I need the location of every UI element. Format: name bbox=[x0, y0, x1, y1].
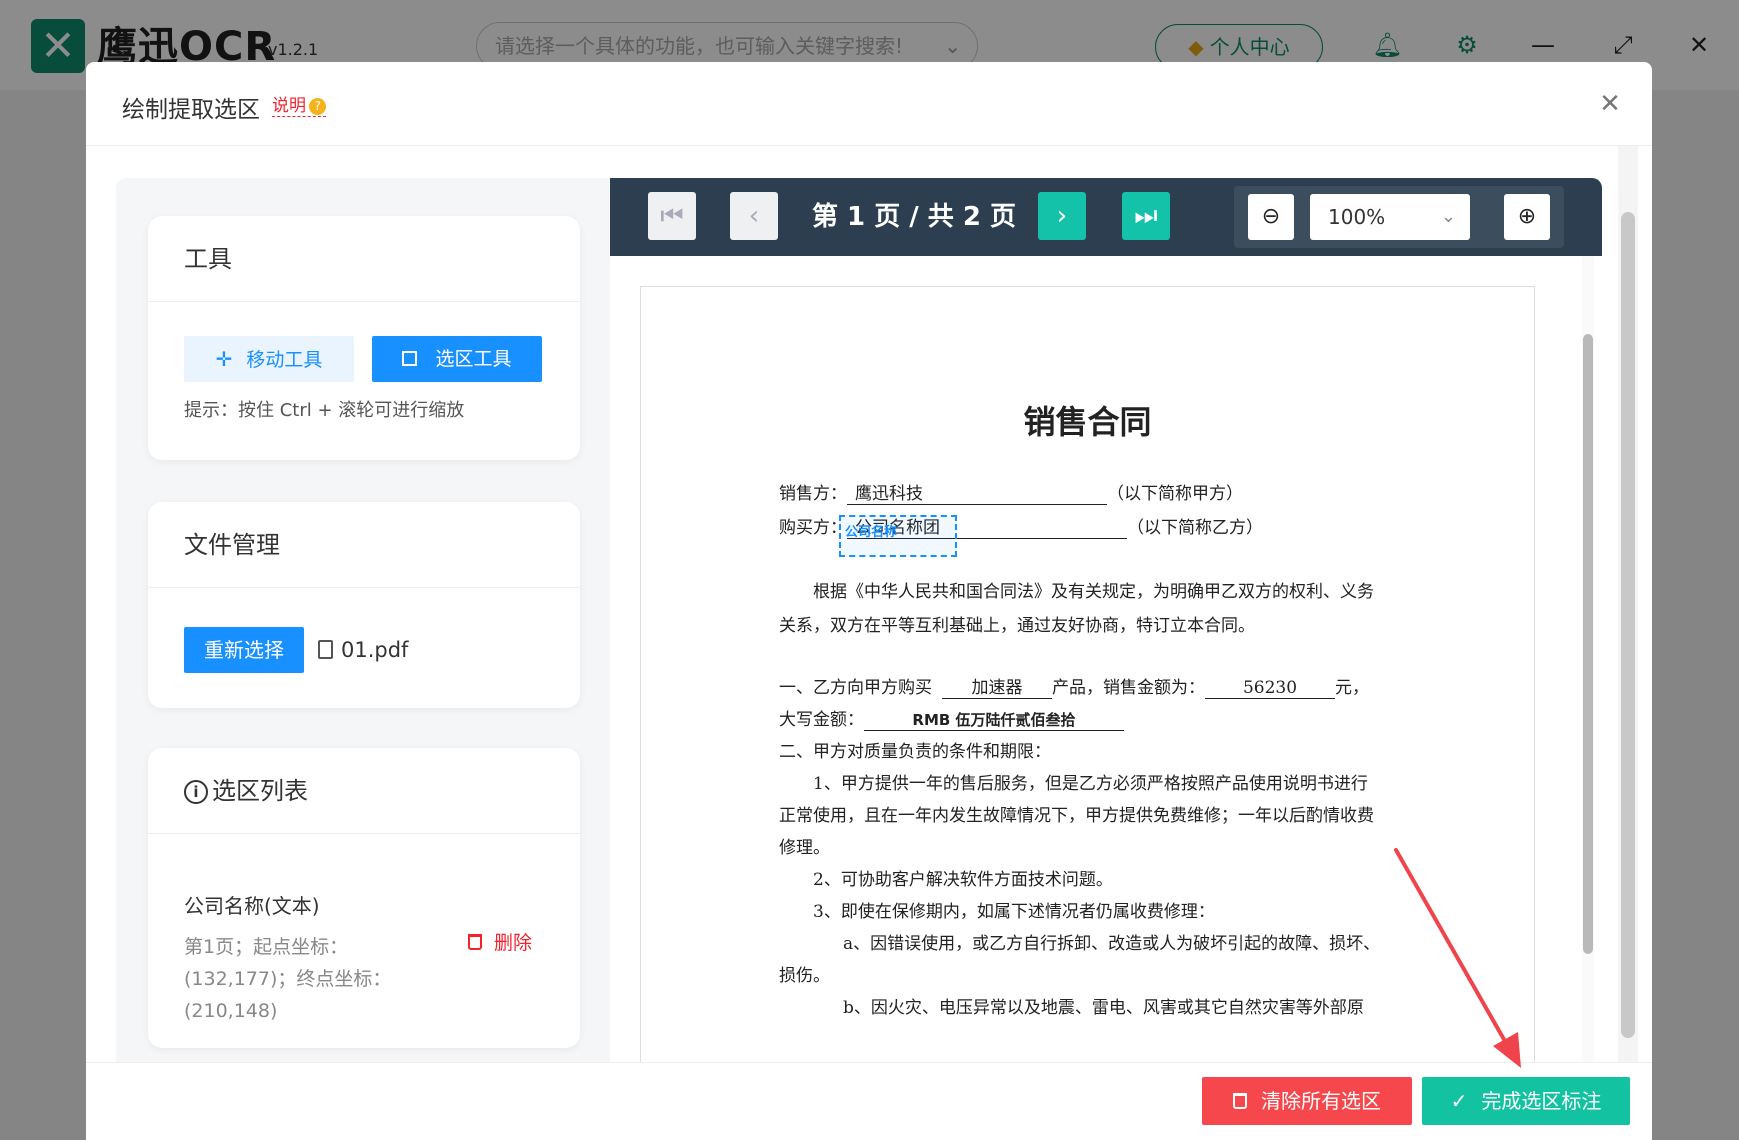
item2-1a: 1、甲方提供一年的售后服务，但是乙方必须严格按照产品使用说明书进行 bbox=[813, 774, 1368, 794]
item2-line: 二、甲方对质量负责的条件和期限： bbox=[779, 742, 1051, 762]
delete-selection-button[interactable]: 删除 bbox=[468, 928, 532, 955]
extract-region-dialog: 绘制提取选区 说明? ✕ 工具 ✛ 移动工具 选区工具 提示：按住 Ctrl + … bbox=[86, 62, 1652, 1140]
move-tool-label: 移动工具 bbox=[246, 349, 323, 371]
item2-3a2: 损伤。 bbox=[779, 966, 830, 986]
zoom-out-icon: ⊖ bbox=[1261, 204, 1281, 229]
selection-item-name: 公司名称(文本) bbox=[184, 894, 320, 918]
buyer-note: （以下简称乙方） bbox=[1127, 518, 1263, 538]
dialog-title: 绘制提取选区 bbox=[122, 97, 260, 123]
last-page-button[interactable]: ⏭ bbox=[1122, 192, 1170, 240]
viewer-scrollbar[interactable] bbox=[1582, 256, 1594, 1078]
current-file: 01.pdf bbox=[318, 632, 408, 668]
item2-3: 3、即使在保修期内，如属下述情况者仍属收费修理： bbox=[813, 902, 1215, 922]
pdf-file-icon bbox=[318, 640, 333, 659]
seller-label: 销售方： bbox=[779, 484, 847, 504]
item1-prefix: 一、乙方向甲方购买 bbox=[779, 678, 932, 698]
doc-paragraph-1: 根据《中华人民共和国合同法》及有关规定，为明确甲乙双方的权利、义务 bbox=[813, 582, 1374, 602]
zoom-in-icon: ⊕ bbox=[1517, 204, 1537, 229]
upper-amount-label: 大写金额： bbox=[779, 710, 864, 730]
selection-list-card: i 选区列表 公司名称(文本) 第1页；起点坐标：(132,177)；终点坐标：(… bbox=[148, 748, 580, 1048]
trash-icon bbox=[468, 934, 482, 950]
item1-product: 加速器 bbox=[942, 678, 1052, 699]
move-icon: ✛ bbox=[215, 347, 233, 371]
prev-page-button[interactable]: ‹ bbox=[730, 192, 778, 240]
help-link[interactable]: 说明? bbox=[272, 96, 326, 117]
item1-mid: 产品，销售金额为： bbox=[1052, 678, 1205, 698]
first-page-button[interactable]: ⏮ bbox=[648, 192, 696, 240]
item1-line: 一、乙方向甲方购买 加速器 产品，销售金额为： 56230 元， bbox=[779, 673, 1369, 699]
trash-icon bbox=[1233, 1093, 1247, 1109]
first-page-icon: ⏮ bbox=[660, 201, 684, 231]
item1-amount: 56230 bbox=[1205, 678, 1335, 699]
file-management-card: 文件管理 重新选择 01.pdf bbox=[148, 502, 580, 708]
viewer-scrollbar-thumb[interactable] bbox=[1583, 334, 1593, 954]
item1-suffix: 元， bbox=[1335, 678, 1369, 698]
seller-note: （以下简称甲方） bbox=[1107, 484, 1243, 504]
dialog-close-icon[interactable]: ✕ bbox=[1594, 88, 1626, 120]
file-card-title: 文件管理 bbox=[148, 502, 580, 588]
item2-2: 2、可协助客户解决软件方面技术问题。 bbox=[813, 870, 1113, 890]
tools-card-title: 工具 bbox=[148, 216, 580, 302]
last-page-icon: ⏭ bbox=[1134, 201, 1158, 231]
zoom-select[interactable]: 100% ⌄ bbox=[1310, 194, 1470, 240]
clear-all-selections-button[interactable]: 清除所有选区 bbox=[1202, 1077, 1412, 1125]
selection-item-coords: 第1页；起点坐标：(132,177)；终点坐标：(210,148) bbox=[184, 936, 392, 1022]
info-icon: i bbox=[184, 780, 208, 804]
check-icon: ✓ bbox=[1450, 1089, 1468, 1113]
viewer-toolbar: ⏮ ‹ 第 1 页 / 共 2 页 › ⏭ ⊖ 100% ⌄ ⊕ bbox=[610, 178, 1602, 256]
item2-1c: 修理。 bbox=[779, 838, 830, 858]
chevron-down-icon: ⌄ bbox=[1440, 206, 1456, 227]
file-name-label: 01.pdf bbox=[341, 638, 409, 662]
zoom-out-button[interactable]: ⊖ bbox=[1248, 194, 1294, 240]
clear-all-label: 清除所有选区 bbox=[1261, 1089, 1381, 1113]
seller-line: 销售方： 鹰迅科技 （以下简称甲方） bbox=[779, 479, 1243, 505]
item1-upper-line: 大写金额： RMB 伍万陆仟贰佰叁拾 bbox=[779, 705, 1124, 731]
chevron-right-icon: › bbox=[1056, 201, 1068, 231]
help-link-label: 说明 bbox=[272, 96, 306, 116]
doc-paragraph-2: 关系，双方在平等互利基础上，通过友好协商，特订立本合同。 bbox=[779, 616, 1255, 636]
question-icon: ? bbox=[309, 98, 326, 115]
select-tool-label: 选区工具 bbox=[435, 348, 512, 370]
tools-card: 工具 ✛ 移动工具 选区工具 提示：按住 Ctrl + 滚轮可进行缩放 bbox=[148, 216, 580, 460]
finish-annotation-button[interactable]: ✓ 完成选区标注 bbox=[1422, 1077, 1630, 1125]
buyer-label: 购买方： bbox=[779, 518, 847, 538]
page-indicator: 第 1 页 / 共 2 页 bbox=[812, 202, 1016, 232]
item2-3b: b、因火灾、电压异常以及地震、雷电、风害或其它自然灾害等外部原 bbox=[843, 998, 1364, 1018]
selection-card-title: i 选区列表 bbox=[148, 748, 580, 834]
zoom-hint: 提示：按住 Ctrl + 滚轮可进行缩放 bbox=[184, 400, 465, 421]
document-title: 销售合同 bbox=[1023, 403, 1152, 441]
selection-region[interactable]: 公司名称 bbox=[839, 515, 957, 557]
zoom-controls: ⊖ 100% ⌄ ⊕ bbox=[1234, 186, 1564, 248]
pdf-viewer: ⏮ ‹ 第 1 页 / 共 2 页 › ⏭ ⊖ 100% ⌄ ⊕ 销售合同 销售… bbox=[610, 178, 1602, 1078]
square-icon bbox=[402, 351, 418, 366]
dialog-scrollbar-thumb[interactable] bbox=[1621, 212, 1635, 1038]
seller-value: 鹰迅科技 bbox=[847, 484, 1107, 505]
select-tool-button[interactable]: 选区工具 bbox=[372, 336, 542, 382]
dialog-footer: 清除所有选区 ✓ 完成选区标注 bbox=[86, 1062, 1652, 1140]
upper-amount-value: RMB 伍万陆仟贰佰叁拾 bbox=[864, 710, 1124, 731]
item2-1b: 正常使用，且在一年内发生故障情况下，甲方提供免费维修；一年以后酌情收费 bbox=[779, 806, 1374, 826]
selection-region-label: 公司名称 bbox=[845, 525, 898, 540]
zoom-in-button[interactable]: ⊕ bbox=[1504, 194, 1550, 240]
dialog-header: 绘制提取选区 说明? ✕ bbox=[86, 62, 1652, 146]
reselect-file-button[interactable]: 重新选择 bbox=[184, 627, 304, 673]
document-page[interactable]: 销售合同 销售方： 鹰迅科技 （以下简称甲方） 购买方： 公司名称团 （以下简称乙方） … bbox=[640, 286, 1535, 1078]
move-tool-button[interactable]: ✛ 移动工具 bbox=[184, 336, 354, 382]
next-page-button[interactable]: › bbox=[1038, 192, 1086, 240]
zoom-value: 100% bbox=[1328, 205, 1386, 229]
dialog-scrollbar[interactable] bbox=[1618, 146, 1638, 1123]
finish-label: 完成选区标注 bbox=[1481, 1089, 1602, 1113]
delete-label: 删除 bbox=[494, 932, 533, 954]
chevron-left-icon: ‹ bbox=[748, 201, 760, 231]
item2-3a: a、因错误使用，或乙方自行拆卸、改造或人为破坏引起的故障、损坏、 bbox=[843, 934, 1381, 954]
selection-card-title-label: 选区列表 bbox=[212, 777, 308, 805]
